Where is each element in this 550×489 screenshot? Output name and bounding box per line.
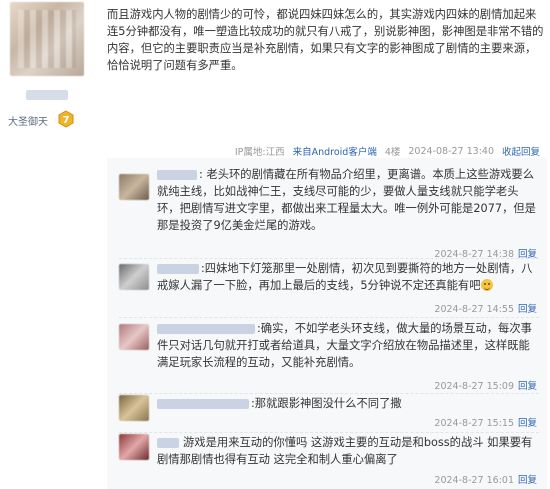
reply-avatar[interactable]: [119, 174, 149, 200]
reply-time: 2024-8-27 14:55: [434, 304, 514, 315]
reply-text-content: :四妹地下灯笼那里一处剧情，初次见到要撕符的地方一处剧情，八戒嫁人漏了一下脸，再…: [157, 262, 533, 292]
smile-emoji-icon: [480, 279, 493, 291]
avatar[interactable]: [10, 2, 84, 76]
reply-text: :确实，不如学老头环支线，做大量的场景互动，每次事件只对话几句就开打或者给道具，…: [157, 322, 532, 369]
user-title: 大圣御天: [8, 117, 48, 128]
reply-text: : 老头环的剧情藏在所有物品介绍里，更离谱。本质上这些游戏要么就纯主线，比如战神…: [157, 168, 536, 232]
level-number: 7: [63, 115, 70, 126]
divider: [119, 432, 539, 433]
username-redacted[interactable]: [26, 90, 68, 100]
reply-button[interactable]: 回复: [518, 475, 537, 486]
reply-avatar[interactable]: [119, 264, 149, 290]
reply-list: : 老头环的剧情藏在所有物品介绍里，更离谱。本质上这些游戏要么就纯主线，比如战神…: [107, 158, 547, 489]
ip-location: IP属地:江西: [234, 147, 285, 158]
reply-time: 2024-8-27 15:09: [434, 381, 514, 392]
post-meta: IP属地:江西 来自Android客户端 4楼 2024-08-27 13:40…: [234, 144, 540, 159]
reply-meta: 2024-8-27 15:15 回复: [434, 415, 537, 429]
reply-button[interactable]: 回复: [518, 381, 537, 392]
reply-meta: 2024-8-27 15:09 回复: [434, 378, 537, 392]
reply-avatar[interactable]: [119, 324, 149, 350]
post-time: 2024-08-27 13:40: [408, 145, 494, 157]
reply-text: :那就跟影神图没什么不同了撒: [251, 397, 402, 410]
floor-number: 4楼: [384, 147, 401, 158]
reply-text: 游戏是用来互动的你懂吗 这游戏主要的互动是和boss的战斗 如果要有剧情那剧情也…: [157, 436, 533, 466]
reply-meta: 2024-8-27 16:01 回复: [434, 472, 537, 486]
reply-button[interactable]: 回复: [518, 304, 537, 315]
level-badge-icon: 7: [58, 110, 74, 128]
reply-meta: 2024-8-27 14:55 回复: [434, 301, 537, 315]
reply-button[interactable]: 回复: [518, 418, 537, 429]
divider: [119, 258, 539, 259]
reply-text: :四妹地下灯笼那里一处剧情，初次见到要撕符的地方一处剧情，八戒嫁人漏了一下脸，再…: [157, 260, 537, 294]
reply-time: 2024-8-27 15:15: [434, 418, 514, 429]
divider: [119, 317, 539, 318]
reply-avatar[interactable]: [119, 395, 149, 421]
user-column: 大圣御天 7: [0, 0, 94, 489]
client-device: 来自Android客户端: [292, 147, 377, 158]
divider: [119, 393, 539, 394]
reply-avatar[interactable]: [119, 434, 149, 460]
post-content: 而且游戏内人物的剧情少的可怜，都说四妹四妹怎么的，其实游戏内四妹的剧情加起来连5…: [107, 8, 544, 72]
reply-time: 2024-8-27 16:01: [434, 475, 514, 486]
collapse-replies-button[interactable]: 收起回复: [502, 144, 540, 158]
